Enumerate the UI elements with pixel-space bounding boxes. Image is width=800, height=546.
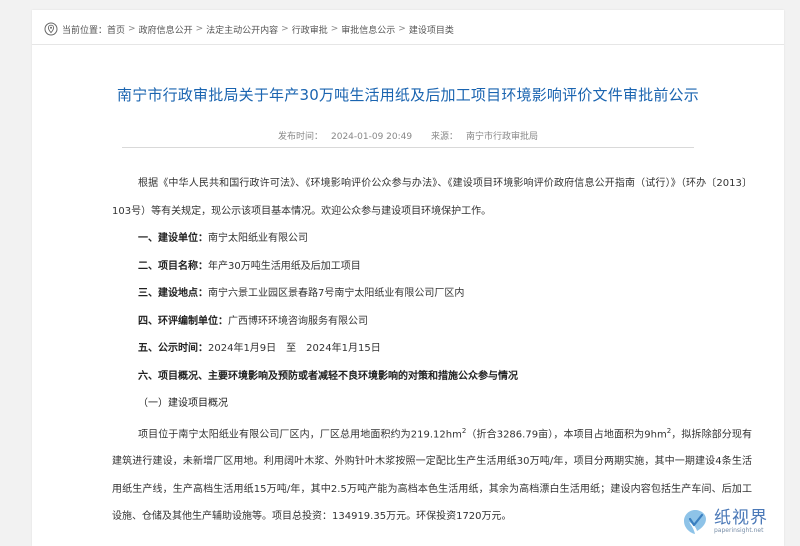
subsection-1-heading: （一）建设项目概况 [138, 398, 228, 409]
header-divider [32, 44, 784, 45]
item-label: 五、公示时间： [138, 343, 208, 354]
watermark-url: paperinsight.net [714, 527, 764, 534]
item-row: 一、建设单位：南宁太阳纸业有限公司 [112, 225, 752, 253]
breadcrumb-admin-approval[interactable]: 行政审批 [292, 23, 328, 36]
overview-part-1: 项目位于南宁太阳纸业有限公司厂区内，厂区总用地面积约为219.12hm [138, 428, 462, 440]
breadcrumb: 当前位置： 首页 > 政府信息公开 > 法定主动公开内容 > 行政审批 > 审批… [44, 20, 454, 38]
breadcrumb-separator: > [128, 24, 136, 34]
breadcrumb-gov-info[interactable]: 政府信息公开 [139, 23, 193, 36]
breadcrumb-statutory[interactable]: 法定主动公开内容 [206, 23, 278, 36]
page-container: 当前位置： 首页 > 政府信息公开 > 法定主动公开内容 > 行政审批 > 审批… [32, 10, 784, 546]
item-row: 三、建设地点：南宁六景工业园区景春路7号南宁太阳纸业有限公司厂区内 [112, 280, 752, 308]
item-value: 2024年1月9日 至 2024年1月15日 [208, 343, 381, 354]
source-label: 来源： [430, 132, 458, 142]
breadcrumb-construction[interactable]: 建设项目类 [409, 23, 454, 36]
article-title: 南宁市行政审批局关于年产30万吨生活用纸及后加工项目环境影响评价文件审批前公示 [117, 86, 699, 104]
item-row: 五、公示时间：2024年1月9日 至 2024年1月15日 [112, 335, 752, 363]
item-value: 年产30万吨生活用纸及后加工项目 [208, 260, 361, 272]
item-label: 四、环评编制单位： [138, 315, 228, 327]
article-body: 根据《中华人民共和国行政许可法》、《环境影响评价公众参与办法》、《建设项目环境影… [112, 170, 752, 531]
breadcrumb-label: 当前位置： [62, 25, 108, 36]
publish-time: 发布时间： 2024-01-09 20:49 [274, 132, 416, 142]
breadcrumb-separator: > [195, 24, 204, 34]
item-label: 一、建设单位： [138, 233, 208, 244]
item-label: 三、建设地点： [138, 288, 208, 299]
item-value: 南宁太阳纸业有限公司 [208, 233, 308, 244]
source-value: 南宁市行政审批局 [466, 132, 539, 142]
location-pin-icon [44, 22, 58, 36]
publish-time-label: 发布时间： [277, 132, 323, 142]
item-value: 广西博环环境咨询服务有限公司 [228, 315, 368, 327]
watermark-logo-icon [684, 510, 706, 534]
article-meta: 发布时间： 2024-01-09 20:49 来源： 南宁市行政审批局 [122, 127, 694, 148]
overview-part-3: ，拟拆除部分现有建筑进行建设，未新增厂区用地。利用阔叶木浆、外购针叶木浆按照一定… [112, 428, 753, 523]
intro-paragraph: 根据《中华人民共和国行政许可法》、《环境影响评价公众参与办法》、《建设项目环境影… [112, 178, 752, 217]
item-row: 四、环评编制单位：广西博环环境咨询服务有限公司 [112, 308, 752, 336]
item-value: 南宁六景工业园区景春路7号南宁太阳纸业有限公司厂区内 [208, 288, 465, 299]
watermark-name: 纸视界 [714, 508, 768, 528]
publish-time-value: 2024-01-09 20:49 [331, 132, 413, 142]
item-label: 二、项目名称： [138, 260, 208, 272]
breadcrumb-separator: > [398, 24, 406, 34]
section-6-heading: 六、项目概况、主要环境影响及预防或者减轻不良环境影响的对策和措施公众参与情况 [138, 370, 518, 382]
breadcrumb-separator: > [330, 24, 339, 34]
overview-part-2: （折合3286.79亩），本项目占地面积为9hm [466, 428, 667, 440]
breadcrumb-approval-notice[interactable]: 审批信息公示 [341, 23, 395, 36]
breadcrumb-separator: > [281, 24, 289, 34]
watermark-text: 纸视界 paperinsight.net [714, 509, 768, 535]
item-row: 二、项目名称：年产30万吨生活用纸及后加工项目 [112, 253, 752, 281]
source: 来源： 南宁市行政审批局 [427, 132, 542, 142]
watermark: 纸视界 paperinsight.net [680, 502, 778, 542]
breadcrumb-home[interactable]: 首页 [107, 23, 125, 36]
overview-paragraph: 项目位于南宁太阳纸业有限公司厂区内，厂区总用地面积约为219.12hm2（折合3… [112, 418, 752, 531]
